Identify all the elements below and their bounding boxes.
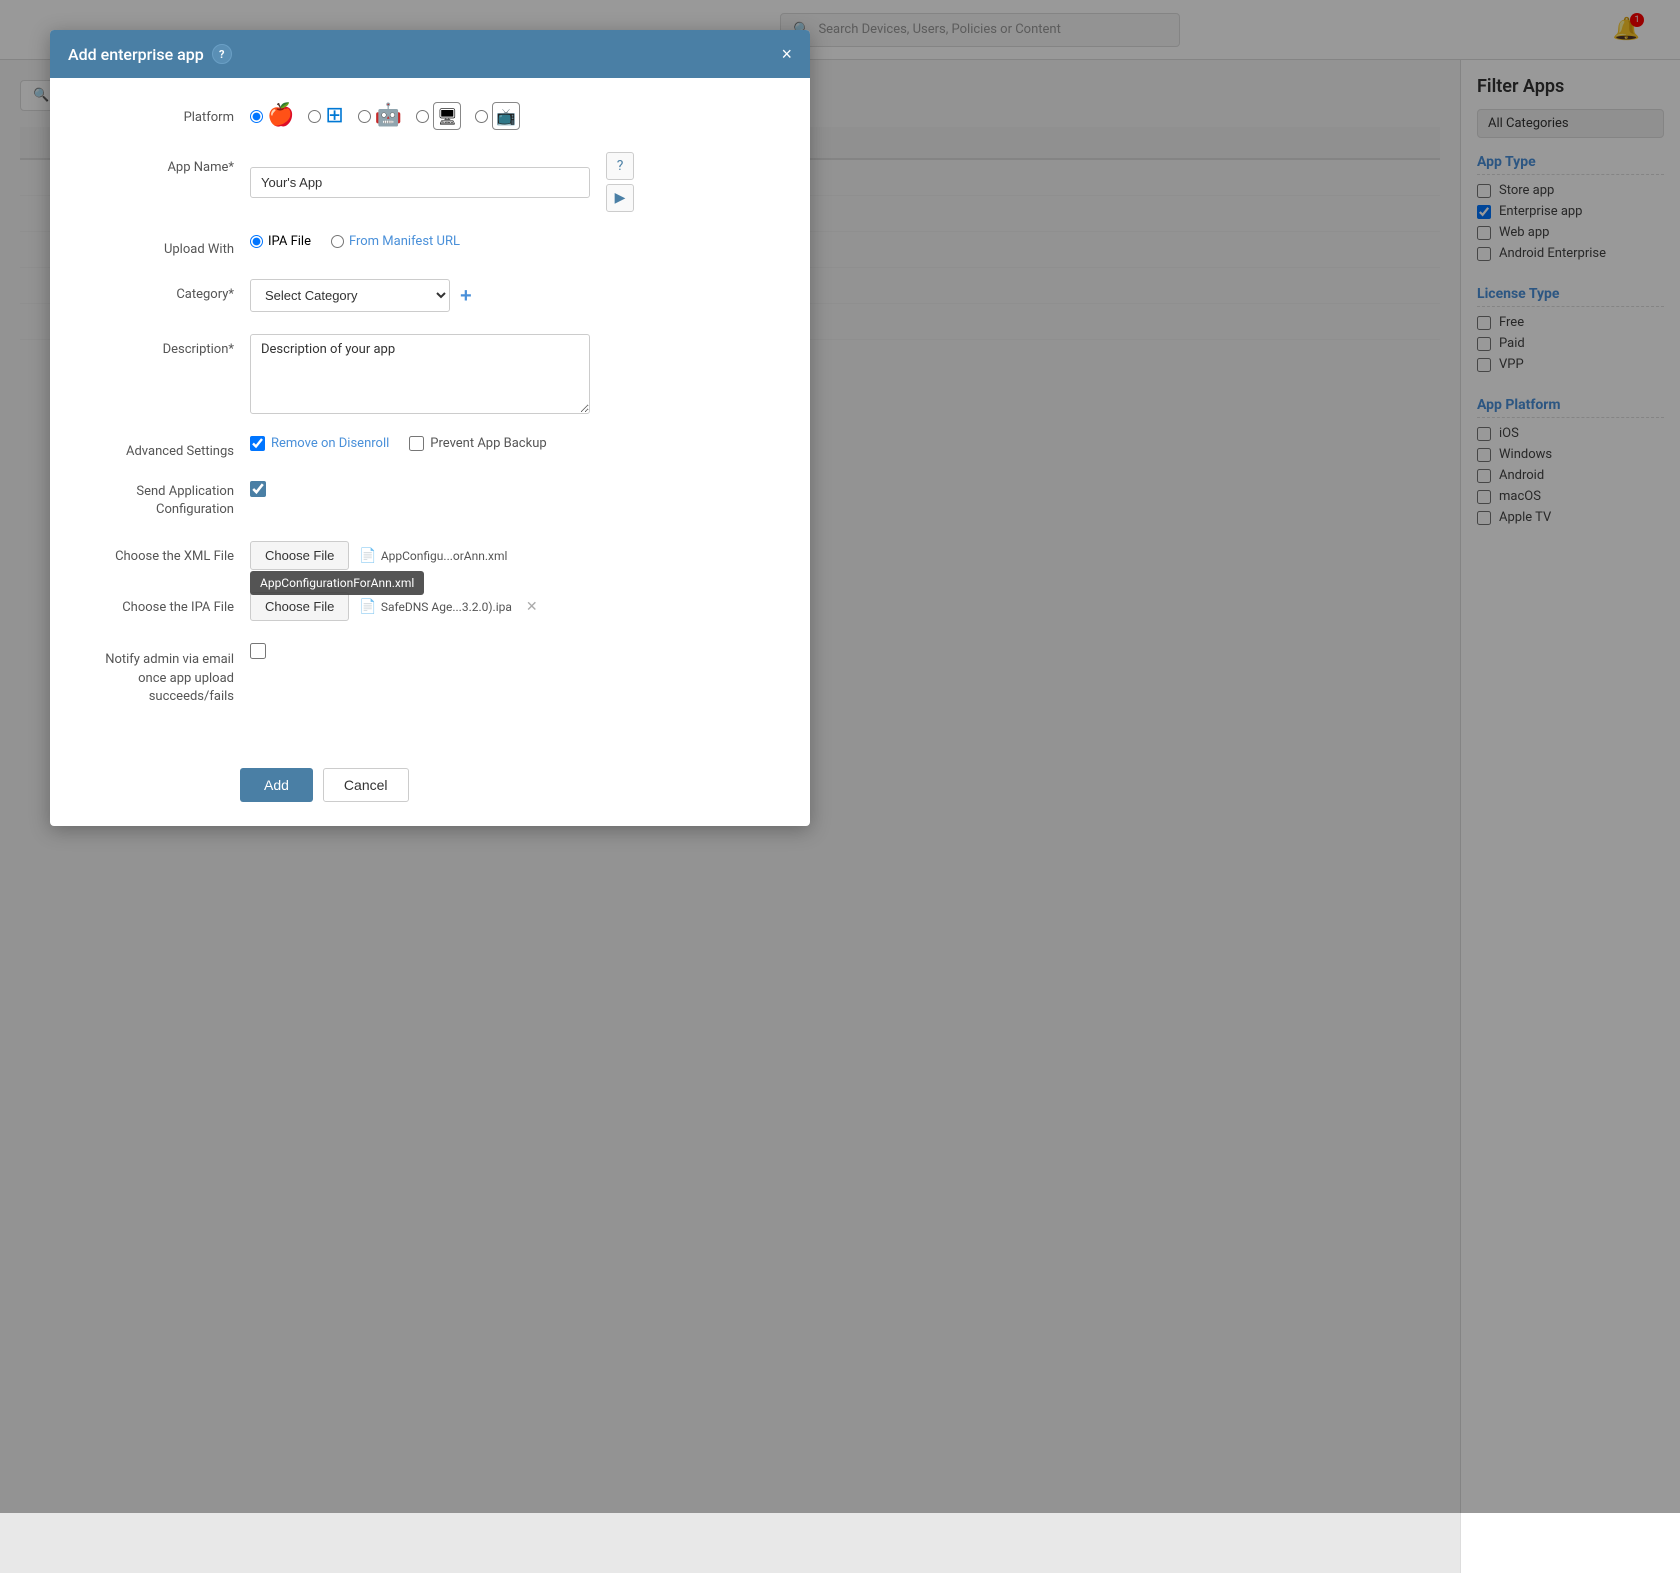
platform-label: Platform: [80, 102, 250, 125]
platform-tvos-radio[interactable]: [475, 110, 488, 123]
app-name-help-icons: ? ▶: [606, 152, 634, 212]
app-name-row: App Name* ? ▶: [80, 152, 780, 212]
add-category-button[interactable]: +: [460, 286, 472, 306]
xml-tooltip: AppConfigurationForAnn.xml: [250, 571, 424, 595]
upload-manifest-radio[interactable]: [331, 235, 344, 248]
send-config-control: [250, 481, 780, 497]
choose-xml-label: Choose the XML File: [80, 541, 250, 564]
choose-ipa-row: Choose the IPA File Choose File 📄 SafeDN…: [80, 592, 780, 621]
platform-windows-radio[interactable]: [308, 110, 321, 123]
description-textarea[interactable]: Description of your app: [250, 334, 590, 414]
upload-with-options: IPA File From Manifest URL: [250, 234, 780, 249]
windows-icon: ⊞: [325, 105, 343, 127]
platform-ios-radio[interactable]: [250, 110, 263, 123]
android-icon: 🤖: [375, 105, 402, 127]
description-row: Description* Description of your app: [80, 334, 780, 414]
send-config-checkbox[interactable]: [250, 481, 266, 497]
upload-manifest-option[interactable]: From Manifest URL: [331, 234, 460, 249]
ipa-file-name: 📄 SafeDNS Age...3.2.0).ipa: [359, 599, 512, 615]
cancel-button[interactable]: Cancel: [323, 768, 409, 802]
help-icon[interactable]: ?: [212, 44, 232, 64]
platform-macos-radio[interactable]: [416, 110, 429, 123]
send-config-label: Send Application Configuration: [80, 481, 250, 519]
upload-with-row: Upload With IPA File From Manifest URL: [80, 234, 780, 257]
advanced-settings-label: Advanced Settings: [80, 436, 250, 459]
category-control: Select Category +: [250, 279, 780, 312]
modal-title: Add enterprise app ?: [68, 44, 232, 64]
choose-xml-button[interactable]: Choose File: [250, 541, 349, 570]
remove-on-disenroll-checkbox[interactable]: [250, 436, 265, 451]
add-button[interactable]: Add: [240, 768, 313, 802]
choose-xml-row: Choose the XML File Choose File 📄 AppCon…: [80, 541, 780, 570]
notify-row: Notify admin via email once app upload s…: [80, 643, 780, 706]
ipa-file-delete-icon[interactable]: ✕: [526, 599, 538, 615]
platform-android[interactable]: 🤖: [358, 105, 402, 127]
notify-checkbox[interactable]: [250, 643, 266, 659]
xml-file-icon: 📄: [359, 548, 376, 564]
platform-tvos[interactable]: 📺: [475, 102, 520, 130]
modal-header: Add enterprise app ? ×: [50, 30, 810, 78]
app-name-control: ? ▶: [250, 152, 780, 212]
ipa-file-icon: 📄: [359, 599, 376, 615]
advanced-settings-options: Remove on Disenroll Prevent App Backup: [250, 436, 780, 451]
app-name-input[interactable]: [250, 167, 590, 198]
xml-file-name: 📄 AppConfigu...orAnn.xml: [359, 548, 507, 564]
choose-ipa-button[interactable]: Choose File: [250, 592, 349, 621]
modal-footer: Add Cancel: [50, 752, 810, 826]
description-control: Description of your app: [250, 334, 780, 414]
platform-macos[interactable]: 🖥: [416, 102, 461, 130]
apple-icon: 🍎: [267, 105, 294, 127]
prevent-backup-option[interactable]: Prevent App Backup: [409, 436, 546, 451]
platform-windows[interactable]: ⊞: [308, 105, 343, 127]
upload-radio-group: IPA File From Manifest URL: [250, 234, 460, 249]
category-row: Category* Select Category +: [80, 279, 780, 312]
notify-control: [250, 643, 780, 659]
platform-row: Platform 🍎 ⊞ 🤖: [80, 102, 780, 130]
remove-on-disenroll-label: Remove on Disenroll: [271, 436, 389, 451]
platform-options: 🍎 ⊞ 🤖 🖥 �: [250, 102, 780, 130]
platform-ios[interactable]: 🍎: [250, 105, 294, 127]
upload-ipa-label: IPA File: [268, 234, 311, 249]
prevent-backup-checkbox[interactable]: [409, 436, 424, 451]
upload-manifest-label: From Manifest URL: [349, 234, 460, 249]
category-select[interactable]: Select Category: [250, 279, 450, 312]
app-name-label: App Name*: [80, 152, 250, 175]
notify-label: Notify admin via email once app upload s…: [80, 643, 250, 706]
question-icon-btn[interactable]: ?: [606, 152, 634, 180]
add-enterprise-app-modal: Add enterprise app ? × Platform 🍎 ⊞: [50, 30, 810, 826]
description-label: Description*: [80, 334, 250, 357]
platform-android-radio[interactable]: [358, 110, 371, 123]
modal-body: Platform 🍎 ⊞ 🤖: [50, 78, 810, 752]
tvos-icon: 📺: [492, 102, 520, 130]
ipa-file-row: Choose File 📄 SafeDNS Age...3.2.0).ipa ✕: [250, 592, 538, 621]
choose-ipa-control: Choose File 📄 SafeDNS Age...3.2.0).ipa ✕: [250, 592, 780, 621]
platform-radio-group: 🍎 ⊞ 🤖 🖥 �: [250, 102, 520, 130]
upload-with-label: Upload With: [80, 234, 250, 257]
close-button[interactable]: ×: [781, 45, 792, 63]
play-icon-btn[interactable]: ▶: [606, 184, 634, 212]
advanced-checkbox-group: Remove on Disenroll Prevent App Backup: [250, 436, 547, 451]
advanced-settings-row: Advanced Settings Remove on Disenroll Pr…: [80, 436, 780, 459]
send-config-row: Send Application Configuration: [80, 481, 780, 519]
prevent-backup-label: Prevent App Backup: [430, 436, 546, 451]
remove-on-disenroll-option[interactable]: Remove on Disenroll: [250, 436, 389, 451]
choose-xml-control: Choose File 📄 AppConfigu...orAnn.xml App…: [250, 541, 780, 570]
category-label: Category*: [80, 279, 250, 302]
upload-ipa-radio[interactable]: [250, 235, 263, 248]
upload-ipa-option[interactable]: IPA File: [250, 234, 311, 249]
choose-ipa-label: Choose the IPA File: [80, 592, 250, 615]
xml-file-row: Choose File 📄 AppConfigu...orAnn.xml: [250, 541, 507, 570]
macos-icon: 🖥: [433, 102, 461, 130]
